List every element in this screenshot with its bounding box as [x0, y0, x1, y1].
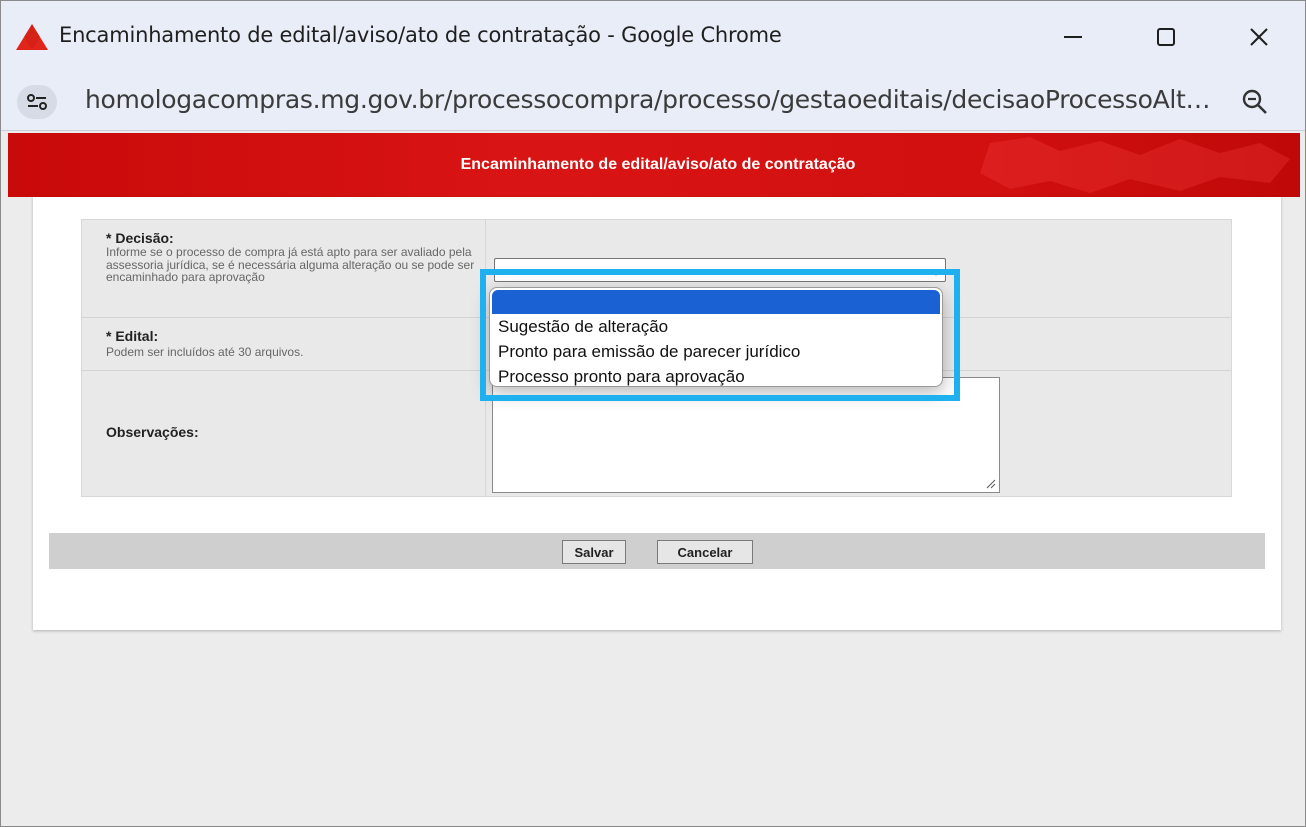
- decisao-select[interactable]: ▾: [494, 258, 946, 282]
- edital-help-text: Podem ser incluídos até 30 arquivos.: [106, 345, 304, 359]
- observacoes-label-cell: Observações:: [82, 371, 486, 497]
- edital-label-cell: * Edital: Podem ser incluídos até 30 arq…: [82, 318, 486, 370]
- edital-label: * Edital:: [106, 328, 159, 344]
- observacoes-textarea[interactable]: [492, 377, 1000, 493]
- decisao-label: * Decisão:: [106, 230, 174, 246]
- decisao-dropdown-list: Sugestão de alteração Pronto para emissã…: [489, 287, 943, 387]
- map-pattern-decoration: [980, 137, 1290, 193]
- save-button[interactable]: Salvar: [562, 540, 626, 564]
- chevron-down-icon: ▾: [932, 265, 939, 279]
- cancel-button[interactable]: Cancelar: [657, 540, 753, 564]
- dropdown-option-sugestao[interactable]: Sugestão de alteração: [490, 315, 942, 339]
- title-bar: Encaminhamento de edital/aviso/ato de co…: [1, 1, 1305, 71]
- page-header-banner: Encaminhamento de edital/aviso/ato de co…: [8, 133, 1300, 197]
- resize-grip-icon[interactable]: [986, 479, 996, 489]
- action-bar: Salvar Cancelar: [49, 533, 1265, 569]
- address-bar: homologacompras.mg.gov.br/processocompra…: [1, 71, 1305, 131]
- minimize-button[interactable]: [1053, 19, 1093, 55]
- close-button[interactable]: [1239, 19, 1279, 55]
- dropdown-option-pronto-aprovacao[interactable]: Processo pronto para aprovação: [490, 365, 942, 386]
- site-info-button[interactable]: [17, 85, 57, 119]
- red-triangle-logo: [16, 24, 48, 50]
- dropdown-option-pronto-parecer[interactable]: Pronto para emissão de parecer jurídico: [490, 340, 942, 364]
- observacoes-label: Observações:: [106, 424, 199, 440]
- minimize-icon: [1064, 36, 1082, 38]
- maximize-button[interactable]: [1146, 19, 1186, 55]
- decisao-label-cell: * Decisão: Informe se o processo de comp…: [82, 220, 486, 317]
- browser-popup-window: Encaminhamento de edital/aviso/ato de co…: [0, 0, 1306, 827]
- url-text[interactable]: homologacompras.mg.gov.br/processocompra…: [85, 85, 1211, 114]
- tune-icon: [27, 94, 47, 110]
- page-title: Encaminhamento de edital/aviso/ato de co…: [460, 156, 856, 173]
- decisao-help-text: Informe se o processo de compra já está …: [106, 245, 475, 284]
- maximize-icon: [1157, 28, 1175, 46]
- dropdown-option-blank[interactable]: [492, 290, 940, 314]
- form-card: * Decisão: Informe se o processo de comp…: [33, 197, 1281, 630]
- close-icon: [1250, 28, 1268, 46]
- zoom-out-icon[interactable]: [1239, 87, 1271, 117]
- window-title: Encaminhamento de edital/aviso/ato de co…: [59, 23, 782, 47]
